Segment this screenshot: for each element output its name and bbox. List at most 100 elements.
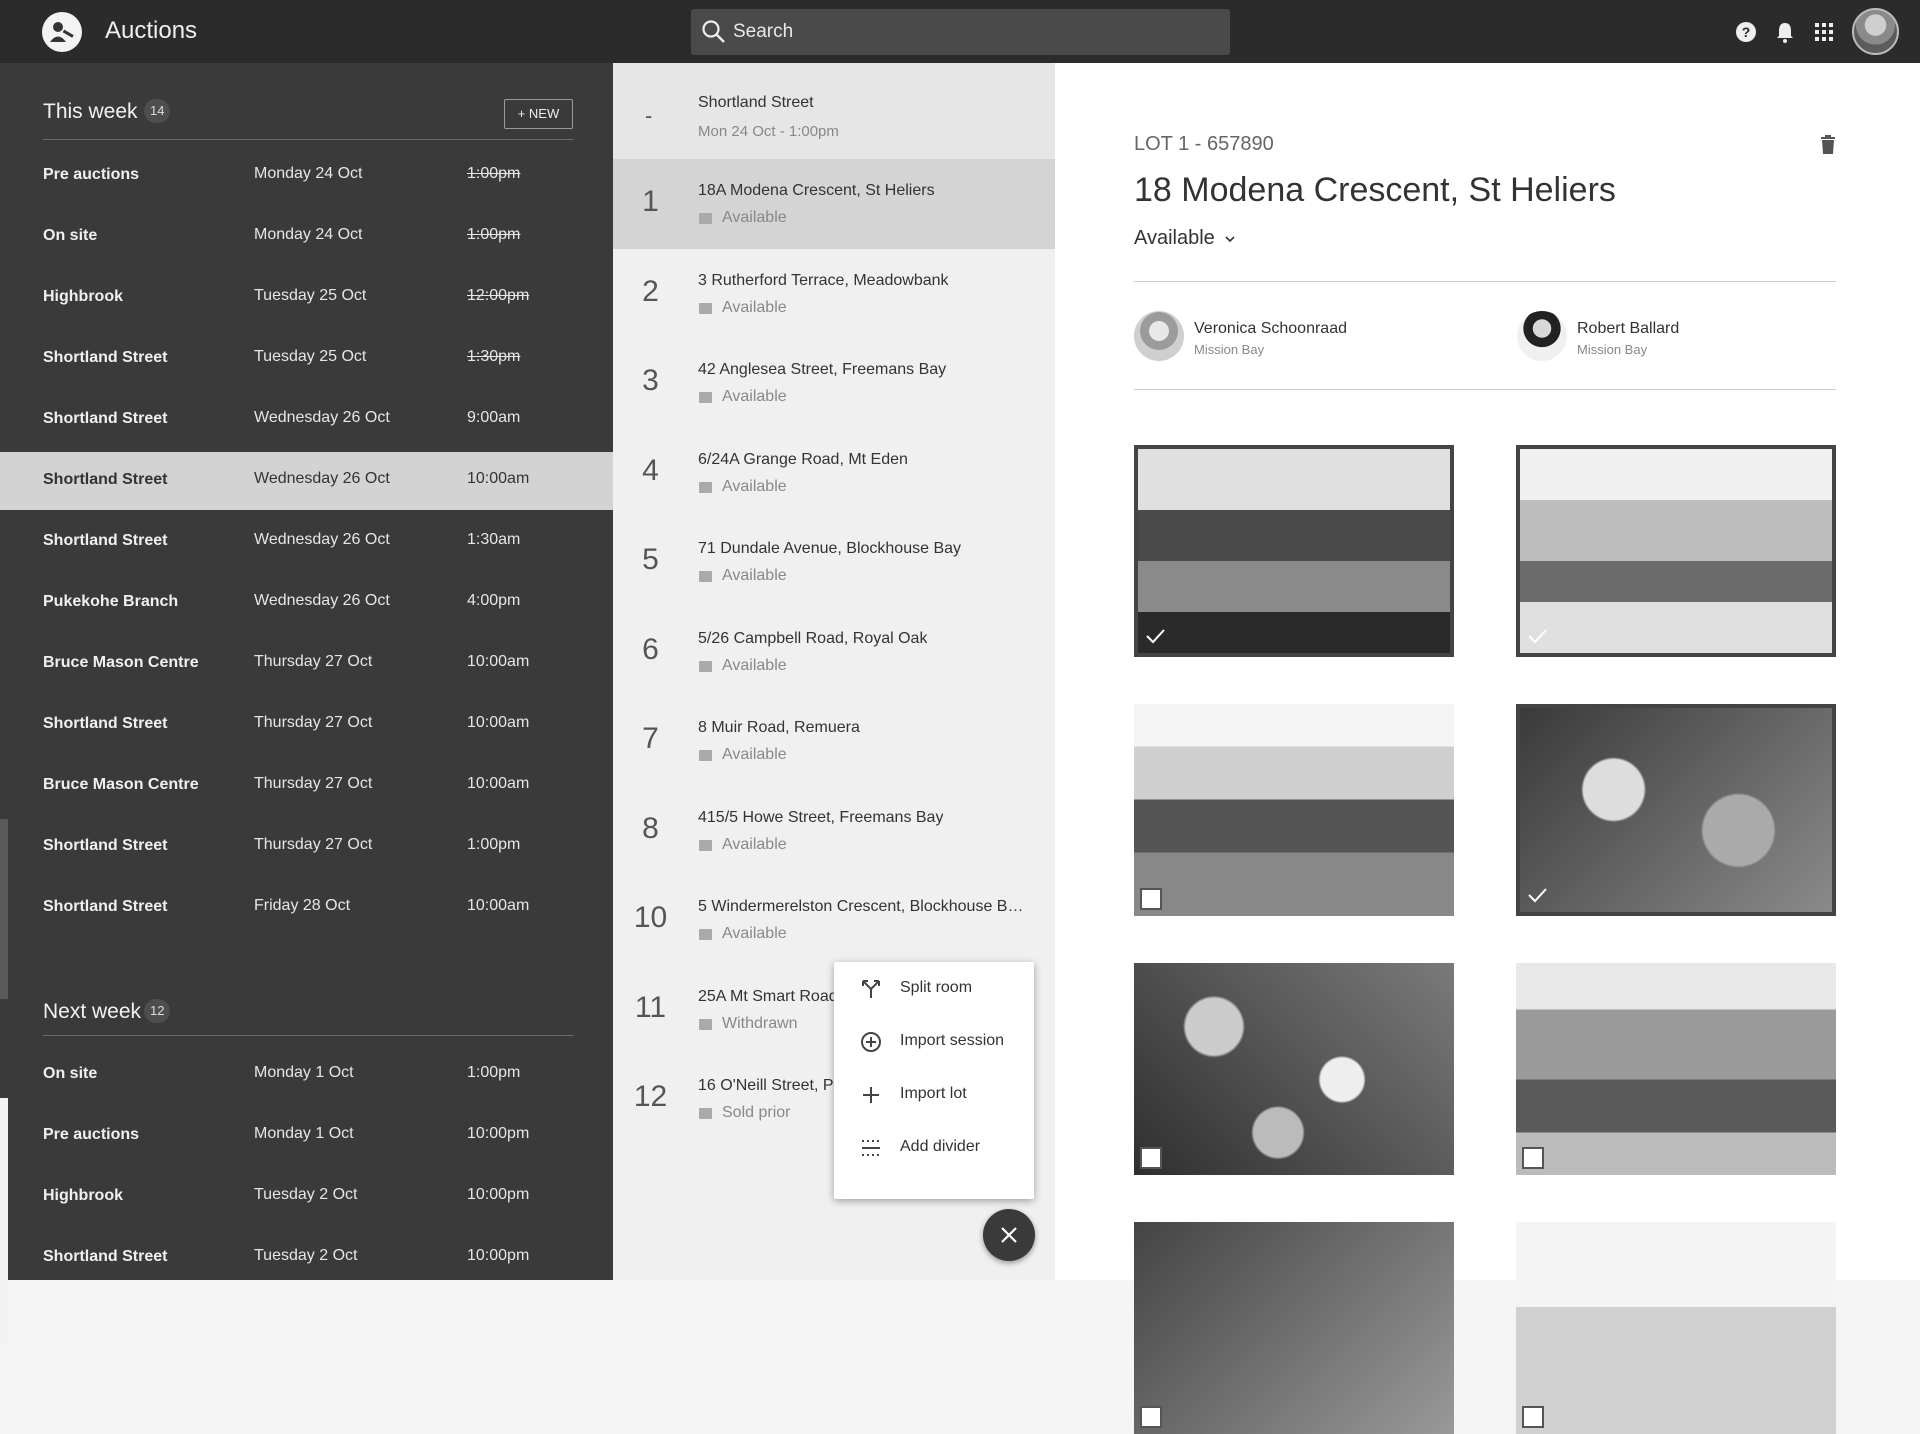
photo-stack-icon [699,1018,712,1030]
agent-avatar [1134,311,1184,361]
menu-item-import-lot[interactable]: Import lot [834,1068,1034,1121]
lot-row[interactable]: 4 6/24A Grange Road, Mt Eden Available [613,428,1055,518]
lot-address: 3 Rutherford Terrace, Meadowbank [698,271,949,289]
lot-number: 2 [642,274,659,308]
session-row[interactable]: On site Monday 1 Oct 1:00pm [0,1046,613,1104]
session-row[interactable]: Shortland Street Thursday 27 Oct 10:00am [0,696,613,754]
divider [1134,389,1836,390]
checkmark-icon[interactable] [1526,625,1548,647]
session-date: Wednesday 26 Oct [254,470,390,487]
lot-status: Available [722,567,787,584]
photo-checkbox[interactable] [1140,888,1162,910]
session-row[interactable]: Pre auctions Monday 24 Oct 1:00pm [0,147,613,205]
interior-photo-2[interactable] [1516,1222,1836,1434]
close-icon [1001,1227,1017,1243]
house-front-photo[interactable] [1516,445,1836,657]
session-name: Highbrook [43,288,123,305]
menu-item-label: Import lot [900,1085,967,1102]
lot-detail-panel: LOT 1 - 657890 18 Modena Crescent, St He… [1055,63,1920,1434]
menu-item-add-divider[interactable]: Add divider [834,1121,1034,1174]
house-exterior-photo[interactable] [1134,445,1454,657]
aerial-photo[interactable] [1516,704,1836,916]
status-dropdown[interactable]: Available [1134,227,1236,250]
lot-number: 11 [634,990,667,1024]
session-date: Friday 28 Oct [254,897,351,914]
photo-checkbox[interactable] [1140,1406,1162,1428]
session-time: 10:00am [467,653,530,670]
session-row[interactable]: Shortland Street Wednesday 26 Oct 1:30am [0,513,613,571]
session-row[interactable]: Bruce Mason Centre Thursday 27 Oct 10:00am [0,635,613,693]
checkmark-icon[interactable] [1144,625,1166,647]
session-row[interactable]: Shortland Street Friday 28 Oct 10:00am [0,879,613,937]
session-date: Monday 1 Oct [254,1064,354,1081]
lot-row[interactable]: 3 42 Anglesea Street, Freemans Bay Availab… [613,338,1055,428]
session-time: 10:00am [467,775,530,792]
divider-icon [862,1140,880,1156]
menu-item-split-room[interactable]: Split room [834,962,1034,1015]
agent-card[interactable]: Veronica Schoonraad Mission Bay [1134,311,1434,367]
session-row[interactable]: Shortland Street Tuesday 25 Oct 1:30pm [0,330,613,388]
session-date: Wednesday 26 Oct [254,531,390,548]
session-time: 4:00pm [467,592,521,609]
user-avatar[interactable] [1852,8,1899,55]
lot-row[interactable]: 7 8 Muir Road, Remuera Available [613,696,1055,786]
lot-row[interactable]: 6 5/26 Campbell Road, Royal Oak Available [613,607,1055,697]
menu-item-label: Add divider [900,1138,981,1155]
session-row[interactable]: Shortland Street Wednesday 26 Oct 9:00am [0,391,613,449]
interior-kitchen-photo[interactable] [1516,963,1836,1175]
lot-number: 5 [642,543,659,576]
session-row[interactable]: On site Monday 24 Oct 1:00pm [0,208,613,266]
checkmark-icon[interactable] [1526,884,1548,906]
divider [43,139,574,140]
help-icon[interactable]: ? [1734,20,1758,44]
session-name: Shortland Street [43,349,168,366]
living-room-photo[interactable] [1134,704,1454,916]
divider [1134,281,1836,282]
photo-stack-icon [699,929,712,940]
session-row[interactable]: Pukekohe Branch Wednesday 26 Oct 4:00pm [0,574,613,632]
session-name: On site [43,227,98,244]
add-circle-icon [861,1032,881,1052]
lot-number-label: LOT 1 - 657890 [1134,133,1274,155]
session-row[interactable]: Pre auctions Monday 1 Oct 10:00pm [0,1107,613,1165]
session-time: 1:00pm [467,836,521,853]
session-row[interactable]: Shortland Street Thursday 27 Oct 1:00pm [0,818,613,876]
session-row[interactable]: Bruce Mason Centre Thursday 27 Oct 10:00am [0,757,613,815]
property-title: 18 Modena Crescent, St Heliers [1134,171,1616,209]
session-row[interactable]: Highbrook Tuesday 2 Oct 10:00pm [0,1168,613,1226]
agent-card[interactable]: Robert Ballard Mission Bay [1517,311,1817,367]
trash-icon[interactable] [1820,135,1836,155]
search-input[interactable]: Search [691,9,1230,55]
menu-item-import-session[interactable]: Import session [834,1015,1034,1068]
photo-stack-icon [699,1108,712,1119]
lot-row[interactable]: 2 3 Rutherford Terrace, Meadowbank Availab… [613,249,1055,339]
session-row[interactable]: Shortland Street Tuesday 2 Oct 10:00pm [0,1229,613,1287]
lot-row[interactable]: 8 415/5 Howe Street, Freemans Bay Availabl… [613,786,1055,876]
session-row[interactable]: Highbrook Tuesday 25 Oct 12:00pm [0,269,613,327]
new-session-button[interactable]: + NEW [504,99,573,129]
lot-row[interactable]: 1 18A Modena Crescent, St Heliers Availabl… [613,159,1055,249]
lot-status: Available [722,925,787,942]
sessions-sidebar: This week 14 + NEW Pre auctions Monday 24… [0,63,613,1343]
photo-checkbox[interactable] [1522,1406,1544,1428]
session-name: Shortland Street [43,837,168,854]
lot-row[interactable]: 10 5 Windermerelston Crescent, Blockhouse… [613,875,1055,965]
lot-row[interactable]: 5 71 Dundale Avenue, Blockhouse Bay Availa… [613,517,1055,607]
lot-address: 71 Dundale Avenue, Blockhouse Bay [698,540,962,557]
session-name: Shortland Street [43,715,168,732]
photo-stack-icon [699,839,712,851]
aerial-photo-2[interactable] [1134,1222,1454,1434]
close-menu-button[interactable] [983,1209,1035,1261]
photo-checkbox[interactable] [1140,1147,1162,1169]
bell-icon[interactable] [1773,20,1797,44]
session-name: Pre auctions [43,1126,140,1143]
photo-checkbox[interactable] [1522,1147,1544,1169]
session-row[interactable]: Shortland Street Wednesday 26 Oct 10:00am [0,452,613,510]
aerial-neighbourhood-photo[interactable] [1134,963,1454,1175]
session-header[interactable]: - Shortland Street Mon 24 Oct - 1:00pm [613,63,1055,159]
session-date: Monday 24 Oct [254,226,363,243]
auction-gavel-logo-icon[interactable] [42,12,82,52]
session-date: Tuesday 2 Oct [254,1247,358,1264]
apps-grid-icon[interactable] [1812,20,1836,44]
session-time: 9:00am [467,409,521,426]
